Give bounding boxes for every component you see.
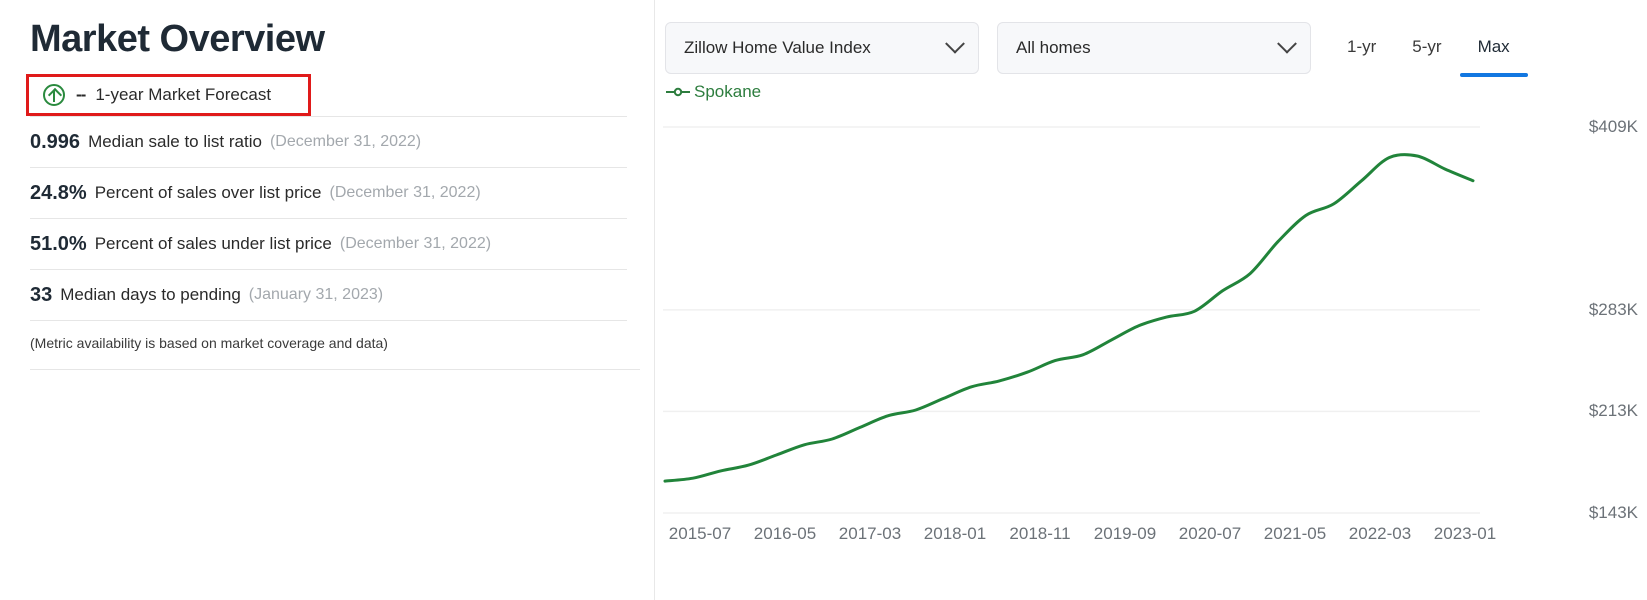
stat-value: 51.0% xyxy=(30,232,87,255)
stat-date: (December 31, 2022) xyxy=(269,133,422,150)
divider xyxy=(30,369,640,370)
table-row: 51.0% Percent of sales under list price … xyxy=(30,218,627,269)
x-axis-tick-label: 2015-07 xyxy=(668,524,732,543)
market-overview-panel: Market Overview -- 1-year Market Forecas… xyxy=(0,0,655,600)
market-stats-list: 0.996 Median sale to list ratio (Decembe… xyxy=(30,116,627,351)
availability-note: (Metric availability is based on market … xyxy=(30,320,627,351)
x-axis-tick-label: 2021-05 xyxy=(1263,524,1327,543)
chart-controls: Zillow Home Value Index All homes 1-yr 5… xyxy=(655,0,1647,78)
legend-label: Spokane xyxy=(694,82,762,101)
chart-panel: Zillow Home Value Index All homes 1-yr 5… xyxy=(655,0,1647,600)
stat-label: Median days to pending xyxy=(60,285,241,304)
line-circle-marker-icon xyxy=(665,86,691,98)
stat-value: 0.996 xyxy=(30,130,81,153)
metric-select[interactable]: Zillow Home Value Index xyxy=(665,22,979,74)
page-title: Market Overview xyxy=(30,18,325,60)
chevron-down-icon xyxy=(1277,33,1297,54)
stat-label: Percent of sales under list price xyxy=(94,234,332,253)
stat-date: (December 31, 2022) xyxy=(339,235,492,252)
x-axis-tick-label: 2022-03 xyxy=(1348,524,1412,543)
stat-date: (December 31, 2022) xyxy=(329,184,481,201)
tab-5-yr[interactable]: 5-yr xyxy=(1394,22,1459,77)
x-axis-tick-label: 2017-03 xyxy=(838,524,902,543)
stat-label: Percent of sales over list price xyxy=(94,183,322,202)
forecast-value: -- xyxy=(76,85,86,104)
y-axis-tick-label: $283K xyxy=(1588,299,1638,319)
legend-item-spokane[interactable]: Spokane xyxy=(665,82,761,102)
chart-canvas xyxy=(663,126,1480,514)
x-axis-tick-label: 2018-11 xyxy=(1009,524,1071,543)
x-axis-tick-label: 2019-09 xyxy=(1093,524,1157,543)
x-axis-labels: 2015-07 2016-05 2017-03 2018-01 2018-11 2019-… xyxy=(655,524,1647,554)
stat-label: Median sale to list ratio xyxy=(88,132,262,151)
arrow-up-circle-icon xyxy=(43,84,65,106)
y-axis-tick-label: $143K xyxy=(1588,503,1638,522)
table-row: 24.8% Percent of sales over list price (… xyxy=(30,167,627,218)
table-row: 33 Median days to pending (January 31, 2… xyxy=(30,269,627,320)
tab-max[interactable]: Max xyxy=(1459,22,1528,77)
metric-select-value: Zillow Home Value Index xyxy=(684,38,871,57)
table-row: 0.996 Median sale to list ratio (Decembe… xyxy=(30,116,627,167)
price-trend-chart[interactable]: $409K $283K $213K $143K 2015-07 2016-05 2017-… xyxy=(655,106,1647,576)
stat-value: 24.8% xyxy=(30,181,87,204)
market-forecast-row[interactable]: -- 1-year Market Forecast xyxy=(26,74,311,116)
y-axis-tick-label: $213K xyxy=(1588,401,1638,421)
x-axis-tick-label: 2020-07 xyxy=(1178,524,1242,543)
y-axis-tick-label: $409K xyxy=(1588,117,1638,136)
stat-date: (January 31, 2023) xyxy=(248,286,384,303)
forecast-label: 1-year Market Forecast xyxy=(95,85,272,104)
chart-line-spokane xyxy=(663,153,1475,483)
stat-value: 33 xyxy=(30,283,53,306)
chevron-down-icon xyxy=(945,33,965,54)
x-axis-tick-label: 2023-01 xyxy=(1433,524,1497,543)
market-overview-page: Market Overview -- 1-year Market Forecas… xyxy=(0,0,1647,600)
range-tab-group: 1-yr 5-yr Max xyxy=(1329,22,1528,77)
home-type-select[interactable]: All homes xyxy=(997,22,1311,74)
chart-legend: Spokane xyxy=(655,78,1647,106)
x-axis-tick-label: 2016-05 xyxy=(753,524,817,543)
home-type-select-value: All homes xyxy=(1016,38,1091,57)
x-axis-tick-label: 2018-01 xyxy=(923,524,987,543)
tab-1-yr[interactable]: 1-yr xyxy=(1329,22,1394,77)
